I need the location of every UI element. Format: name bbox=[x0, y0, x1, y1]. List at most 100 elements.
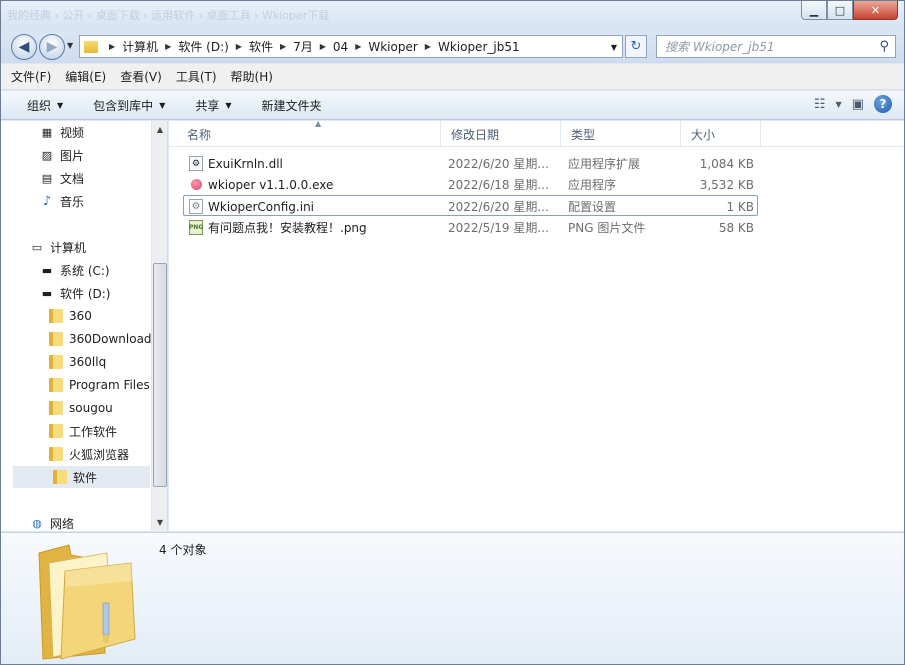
minimize-button[interactable]: ▁ bbox=[801, 1, 827, 20]
file-row-exe[interactable]: wkioper v1.1.0.0.exe 2022/6/18 星期... 应用程… bbox=[183, 174, 758, 195]
breadcrumb-wkioper[interactable]: Wkioper bbox=[368, 40, 417, 54]
refresh-button[interactable]: ↻ bbox=[625, 35, 647, 58]
item-count: 4 个对象 bbox=[159, 543, 207, 557]
view-options-icon[interactable]: ☷ bbox=[814, 97, 826, 112]
nav-scrollbar[interactable]: ▲ ▼ bbox=[151, 121, 167, 531]
forward-button[interactable]: ▶ bbox=[39, 34, 65, 60]
nav-item-360llq[interactable]: 360llq bbox=[49, 351, 106, 373]
breadcrumb-04[interactable]: 04 bbox=[333, 40, 348, 54]
menu-file[interactable]: 文件(F) bbox=[11, 68, 51, 85]
file-name: 有问题点我！安装教程！.png bbox=[208, 221, 367, 235]
address-history-dropdown[interactable]: ▼ bbox=[611, 43, 617, 52]
chevron-right-icon[interactable]: ▶ bbox=[355, 42, 361, 51]
close-icon: ✕ bbox=[870, 3, 881, 17]
address-row: ◀ ▶ ▼ ▶ 计算机 ▶ 软件 (D:) ▶ 软件 ▶ 7月 ▶ 04 ▶ W… bbox=[1, 31, 904, 63]
nav-item-360[interactable]: 360 bbox=[49, 305, 92, 327]
back-button[interactable]: ◀ bbox=[11, 34, 37, 60]
share-label: 共享 bbox=[195, 98, 220, 113]
file-modified: 2022/6/18 星期... bbox=[448, 178, 549, 192]
film-icon: ▦ bbox=[41, 125, 53, 139]
menu-tools[interactable]: 工具(T) bbox=[176, 68, 217, 85]
file-name: wkioper v1.1.0.0.exe bbox=[208, 177, 334, 192]
share-button[interactable]: 共享 ▼ bbox=[195, 97, 231, 114]
file-name-cell: wkioper v1.1.0.0.exe bbox=[189, 174, 444, 195]
nav-item-sougou[interactable]: sougou bbox=[49, 397, 113, 419]
folder-icon bbox=[49, 378, 63, 392]
nav-label: sougou bbox=[69, 401, 113, 415]
forward-arrow-icon: ▶ bbox=[46, 39, 58, 55]
nav-label: 工作软件 bbox=[69, 424, 118, 439]
chevron-right-icon[interactable]: ▶ bbox=[165, 42, 171, 51]
scroll-up-icon[interactable]: ▲ bbox=[152, 121, 167, 138]
nav-item-network[interactable]: ◍ 网络 bbox=[29, 512, 74, 531]
breadcrumb-computer[interactable]: 计算机 bbox=[122, 38, 158, 55]
menu-help[interactable]: 帮助(H) bbox=[231, 68, 273, 85]
address-bar[interactable]: ▶ 计算机 ▶ 软件 (D:) ▶ 软件 ▶ 7月 ▶ 04 ▶ Wkioper… bbox=[79, 35, 623, 58]
nav-label: 360Download bbox=[69, 332, 152, 346]
organize-button[interactable]: 组织 ▼ bbox=[27, 97, 63, 114]
system-drive-icon: ▬ bbox=[41, 263, 53, 277]
column-header-name[interactable]: 名称 ▲ bbox=[177, 119, 441, 147]
file-row-dll[interactable]: ⚙ ExuiKrnln.dll 2022/6/20 星期... 应用程序扩展 1,… bbox=[183, 153, 758, 174]
nav-item-drive-c[interactable]: ▬ 系统 (C:) bbox=[39, 259, 110, 281]
scroll-down-icon[interactable]: ▼ bbox=[152, 514, 167, 531]
nav-item-program-files[interactable]: Program Files bbox=[49, 374, 150, 396]
scroll-thumb[interactable] bbox=[153, 263, 167, 487]
toolbar-right: ☷ ▼ ▣ ? bbox=[814, 95, 892, 113]
menu-bar: 文件(F) 编辑(E) 查看(V) 工具(T) 帮助(H) bbox=[1, 64, 904, 90]
music-note-icon: ♪ bbox=[42, 193, 52, 209]
file-row-ini[interactable]: ⚙ WkioperConfig.ini 2022/6/20 星期... 配置设置 … bbox=[183, 195, 758, 216]
explorer-window: 我的经典 › 公开 › 桌面下载 › 运用软件 › 桌面工具 › Wkioper… bbox=[0, 0, 905, 665]
breadcrumb-wkioper-jb51[interactable]: Wkioper_jb51 bbox=[438, 40, 520, 54]
nav-item-computer[interactable]: ▭ 计算机 bbox=[29, 236, 86, 258]
preview-pane-icon[interactable]: ▣ bbox=[852, 97, 864, 112]
chevron-right-icon[interactable]: ▶ bbox=[320, 42, 326, 51]
breadcrumb-july[interactable]: 7月 bbox=[293, 38, 313, 55]
drive-icon: ▬ bbox=[41, 286, 53, 300]
chevron-right-icon[interactable]: ▶ bbox=[425, 42, 431, 51]
help-icon[interactable]: ? bbox=[874, 95, 892, 113]
large-folder-icon bbox=[38, 544, 136, 660]
nav-item-documents[interactable]: ▤ 文档 bbox=[39, 167, 84, 189]
nav-item-360download[interactable]: 360Download bbox=[49, 328, 152, 350]
file-row-png[interactable]: PNG 有问题点我！安装教程！.png 2022/5/19 星期... PNG 图… bbox=[183, 217, 758, 238]
nav-label: 文档 bbox=[60, 171, 85, 186]
nav-label: 软件 bbox=[73, 470, 98, 485]
menu-view[interactable]: 查看(V) bbox=[120, 68, 162, 85]
nav-item-firefox[interactable]: 火狐浏览器 bbox=[49, 443, 129, 465]
file-modified: 2022/5/19 星期... bbox=[448, 221, 549, 235]
maximize-button[interactable]: □ bbox=[827, 1, 853, 20]
column-header-row: 名称 ▲ 修改日期 类型 大小 bbox=[169, 119, 904, 147]
search-icon[interactable]: ⚲ bbox=[879, 39, 889, 54]
chevron-right-icon[interactable]: ▶ bbox=[236, 42, 242, 51]
search-box[interactable]: 搜索 Wkioper_jb51 ⚲ bbox=[656, 35, 896, 58]
recent-pages-dropdown[interactable]: ▼ bbox=[67, 41, 73, 50]
include-library-button[interactable]: 包含到库中 ▼ bbox=[93, 97, 165, 114]
column-header-type[interactable]: 类型 bbox=[561, 121, 681, 147]
computer-icon: ▭ bbox=[31, 240, 43, 254]
network-icon: ◍ bbox=[32, 516, 42, 530]
breadcrumb-software[interactable]: 软件 bbox=[249, 38, 273, 55]
chevron-down-icon: ▼ bbox=[225, 100, 232, 110]
folder-icon bbox=[49, 424, 63, 438]
exe-file-icon bbox=[191, 179, 202, 190]
nav-label: Program Files bbox=[69, 378, 150, 392]
search-input[interactable]: 搜索 Wkioper_jb51 bbox=[665, 38, 879, 55]
nav-item-pictures[interactable]: ▨ 图片 bbox=[39, 144, 84, 166]
close-button[interactable]: ✕ bbox=[853, 1, 898, 20]
column-header-modified[interactable]: 修改日期 bbox=[441, 121, 561, 147]
view-dropdown-icon[interactable]: ▼ bbox=[836, 100, 842, 109]
chevron-right-icon[interactable]: ▶ bbox=[280, 42, 286, 51]
nav-item-software[interactable]: 软件 bbox=[13, 466, 150, 488]
nav-item-music[interactable]: ♪ 音乐 bbox=[39, 190, 84, 212]
breadcrumb-drive-d[interactable]: 软件 (D:) bbox=[178, 38, 228, 55]
nav-item-videos[interactable]: ▦ 视频 bbox=[39, 121, 84, 143]
nav-item-work-software[interactable]: 工作软件 bbox=[49, 420, 117, 442]
maximize-icon: □ bbox=[834, 3, 846, 17]
chevron-right-icon[interactable]: ▶ bbox=[109, 42, 115, 51]
menu-edit[interactable]: 编辑(E) bbox=[65, 68, 106, 85]
column-header-size[interactable]: 大小 bbox=[681, 121, 761, 147]
nav-item-drive-d[interactable]: ▬ 软件 (D:) bbox=[39, 282, 111, 304]
new-folder-button[interactable]: 新建文件夹 bbox=[262, 97, 322, 114]
details-pane: 4 个对象 bbox=[1, 532, 904, 664]
